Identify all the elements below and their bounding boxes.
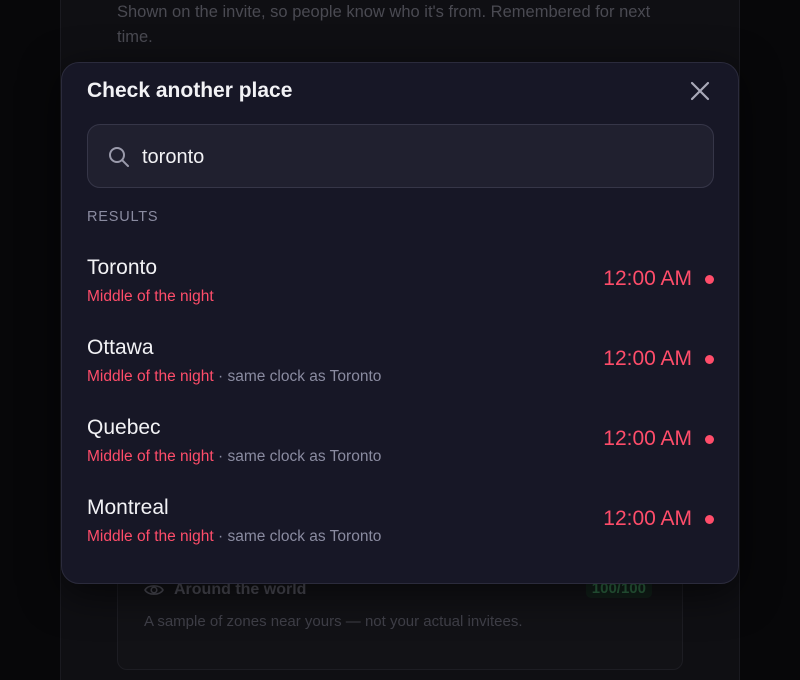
result-time: 12:00 AM [603, 427, 692, 450]
result-status: Middle of the night [87, 368, 214, 385]
result-subtitle: Middle of the night · same clock as Toro… [87, 368, 381, 386]
close-icon [690, 81, 710, 101]
close-button[interactable] [688, 79, 712, 103]
result-row-montreal[interactable]: Montreal Middle of the night · same cloc… [87, 496, 714, 568]
result-status: Middle of the night [87, 448, 214, 465]
result-city: Montreal [87, 496, 169, 519]
result-status: Middle of the night [87, 288, 214, 305]
result-extra: · same clock as Toronto [213, 528, 382, 545]
result-row-quebec[interactable]: Quebec Middle of the night · same clock … [87, 416, 714, 488]
search-box [87, 124, 714, 188]
status-dot [705, 355, 714, 364]
result-extra: · same clock as Toronto [213, 368, 382, 385]
result-row-ottawa[interactable]: Ottawa Middle of the night · same clock … [87, 336, 714, 408]
result-time: 12:00 AM [603, 267, 692, 290]
result-subtitle: Middle of the night · same clock as Toro… [87, 528, 381, 546]
result-row-toronto[interactable]: Toronto Middle of the night 12:00 AM [87, 256, 714, 328]
search-icon [109, 147, 129, 167]
eye-icon [144, 585, 164, 595]
status-dot [705, 275, 714, 284]
result-extra: · same clock as Toronto [213, 448, 382, 465]
result-subtitle: Middle of the night · same clock as Toro… [87, 448, 381, 466]
result-status: Middle of the night [87, 528, 214, 545]
result-time: 12:00 AM [603, 507, 692, 530]
status-dot [705, 435, 714, 444]
search-input[interactable] [142, 139, 682, 175]
result-city: Ottawa [87, 336, 154, 359]
check-place-modal: Check another place RESULTS Toronto Midd… [61, 62, 739, 584]
result-time: 12:00 AM [603, 347, 692, 370]
status-dot [705, 515, 714, 524]
card-subtitle: A sample of zones near yours — not your … [144, 613, 523, 630]
results-label: RESULTS [87, 209, 159, 225]
modal-title: Check another place [87, 79, 293, 102]
result-city: Quebec [87, 416, 161, 439]
result-city: Toronto [87, 256, 158, 279]
name-hint-text: Shown on the invite, so people know who … [117, 3, 651, 46]
result-subtitle: Middle of the night [87, 288, 214, 306]
